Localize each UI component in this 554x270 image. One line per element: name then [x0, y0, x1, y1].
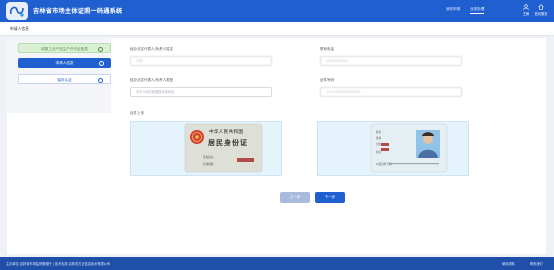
step-active-icon — [99, 60, 104, 66]
prev-button[interactable]: 上一步 — [280, 192, 310, 203]
phone-input[interactable]: 13500000000 — [320, 56, 462, 66]
logo-icon — [9, 6, 24, 17]
user-name: 王翀 — [522, 12, 530, 16]
app-header: 吉林省市场主体证照一码通系统 我的申报 业务办理 王翀 首页服务 — [0, 0, 554, 22]
footer-contact-link[interactable]: 联系我们 — [530, 261, 543, 266]
breadcrumb-bar: 申请人信息 — [0, 22, 554, 36]
id-front-subtitle: 居民身份证 — [208, 138, 248, 147]
id-front-authority: 签发机关 — [203, 156, 214, 159]
id-back-name-label: 姓名 — [376, 131, 382, 134]
next-button[interactable]: 下一步 — [315, 192, 345, 203]
step-save-verify[interactable]: 保存认证 — [18, 74, 111, 84]
nav-business[interactable]: 业务办理 — [470, 7, 485, 14]
id-back-address-label: 住址 — [376, 151, 382, 154]
id-card-back-image — [370, 123, 448, 173]
home-service-label: 首页服务 — [534, 12, 548, 16]
name-label: 经办法定代表人/负责人姓名 — [130, 47, 174, 51]
step-done-icon — [98, 46, 103, 52]
id-front-title: 中华人民共和国 — [209, 130, 244, 135]
step-product-license[interactable]: 填报工业产品生产许可证信息 — [18, 43, 111, 53]
id-back-upload[interactable]: 姓名 性别 出生 住址 公民身份号码 — [317, 121, 469, 176]
step-label: 填报工业产品生产许可证信息 — [41, 47, 88, 51]
id-number-input[interactable]: 22010000000000000 — [320, 87, 462, 97]
breadcrumb: 申请人信息 — [10, 26, 29, 31]
main-panel: 填报工业产品生产许可证信息 申请人信息 保存认证 经办法定代表人/负责人姓名 王… — [7, 38, 546, 254]
id-front-upload[interactable]: 中华人民共和国 居民身份证 签发机关 有效期限 — [130, 121, 282, 176]
home-service-button[interactable]: 首页服务 — [534, 4, 548, 16]
step-label: 保存认证 — [57, 78, 72, 82]
id-front-validity: 有效期限 — [203, 163, 214, 166]
id-type-label: 经办法定代表人/负责人类型 — [130, 78, 174, 82]
step-pending-icon — [98, 77, 103, 83]
phone-label: 联系电话 — [320, 47, 334, 51]
user-icon — [523, 4, 529, 10]
id-number-label: 证件号码 — [320, 78, 334, 82]
step-sidebar: 填报工业产品生产许可证信息 申请人信息 保存认证 — [7, 38, 111, 113]
id-back-birth-label: 出生 — [376, 143, 382, 146]
step-label: 申请人信息 — [55, 61, 74, 65]
id-type-select[interactable]: 中华人民共和国居民身份证 — [130, 87, 272, 97]
app-logo — [6, 2, 28, 20]
id-back-id-label: 公民身份号码 — [376, 163, 392, 166]
user-menu[interactable]: 王翀 — [519, 4, 533, 16]
name-input[interactable]: 王翀 — [130, 56, 272, 66]
id-back-sex-label: 性别 — [376, 137, 382, 140]
app-title: 吉林省市场主体证照一码通系统 — [33, 8, 123, 15]
footer-copyright: 主办单位:吉林省市场监督管理厅 | 技术支持:吉林省方正信息技术有限公司 — [6, 262, 111, 266]
footer: 主办单位:吉林省市场监督管理厅 | 技术支持:吉林省方正信息技术有限公司 使用帮… — [0, 257, 554, 270]
home-icon — [538, 4, 544, 10]
id-card-front-image — [184, 123, 263, 173]
nav-my-declaration[interactable]: 我的申报 — [446, 7, 460, 12]
upload-label: 证件上传 — [130, 111, 144, 115]
footer-help-link[interactable]: 使用帮助 — [502, 261, 515, 266]
step-applicant-info[interactable]: 申请人信息 — [18, 58, 111, 68]
